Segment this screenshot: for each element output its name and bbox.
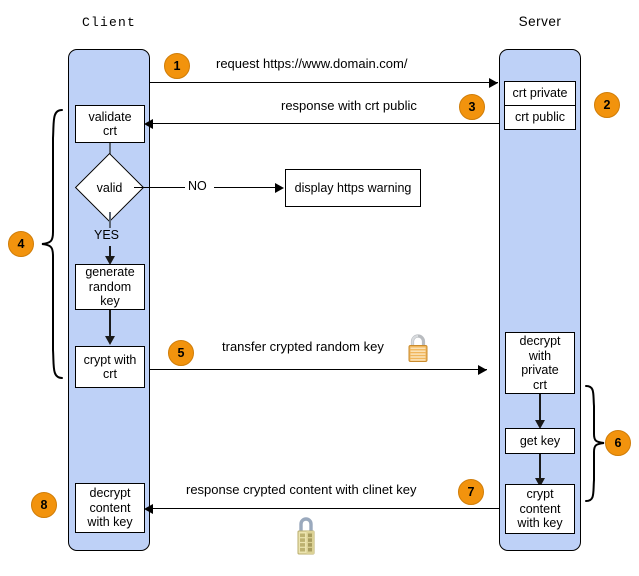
client-box-generate-line2: random xyxy=(88,279,132,294)
server-box-crt-private-label: crt private xyxy=(512,86,568,101)
step-badge-3: 3 xyxy=(459,94,485,120)
client-box-generate-random-key: generate random key xyxy=(75,264,145,310)
arrow-line-no-branch-right xyxy=(214,187,276,189)
client-box-decrypt-content-line2: content xyxy=(89,500,131,515)
edge-label-no: NO xyxy=(188,179,207,193)
brace-step-4 xyxy=(38,108,66,385)
message-label-response-crt: response with crt public xyxy=(281,98,417,113)
box-display-https-warning: display https warning xyxy=(285,169,421,207)
server-box-crt-private: crt private xyxy=(504,81,576,106)
box-display-https-warning-label: display https warning xyxy=(294,180,412,195)
edge-label-yes: YES xyxy=(94,228,120,242)
server-box-get-key: get key xyxy=(505,428,575,454)
client-decision-valid-label: valid xyxy=(96,180,123,195)
client-box-decrypt-content-line3: with key xyxy=(87,515,133,530)
message-label-response-content: response crypted content with clinet key xyxy=(186,482,417,497)
connector-decrypt-to-getkey xyxy=(539,394,541,422)
connector-getkey-to-crypt xyxy=(539,454,541,480)
client-box-generate-line3: key xyxy=(100,294,120,309)
client-box-validate-crt: validate crt xyxy=(75,105,145,143)
server-box-crypt-content: crypt content with key xyxy=(505,484,575,534)
arrow-head-transfer-key xyxy=(478,365,487,375)
arrow-line-response-content xyxy=(153,508,499,510)
server-box-decrypt-private: decrypt with private crt xyxy=(505,332,575,394)
padlock-icon xyxy=(404,333,432,370)
server-box-get-key-label: get key xyxy=(519,433,561,448)
step-badge-7: 7 xyxy=(458,479,484,505)
arrow-head-request xyxy=(489,78,498,88)
client-box-validate-crt-line2: crt xyxy=(103,124,117,138)
arrow-line-response-crt xyxy=(153,123,499,125)
arrow-line-no-branch-left xyxy=(134,187,185,189)
client-box-crypt-line2: crt xyxy=(103,367,117,381)
server-box-decrypt-line4: crt xyxy=(533,377,547,392)
message-label-request: request https://www.domain.com/ xyxy=(216,56,408,71)
message-label-transfer-key: transfer crypted random key xyxy=(222,339,384,354)
arrow-line-request xyxy=(150,82,498,84)
server-box-crypt-content-line1: crypt xyxy=(526,487,554,502)
step-badge-2: 2 xyxy=(594,92,620,118)
connector-valid-to-yes xyxy=(109,212,111,228)
arrow-head-no-branch xyxy=(275,183,284,193)
arrow-head-generate-to-crypt xyxy=(105,336,115,345)
arrow-head-response-content xyxy=(144,504,153,514)
combination-padlock-icon xyxy=(292,512,320,565)
arrow-line-transfer-key xyxy=(150,369,487,371)
step-badge-4: 4 xyxy=(8,231,34,257)
client-box-decrypt-content: decrypt content with key xyxy=(75,483,145,533)
connector-generate-to-crypt xyxy=(109,310,111,338)
server-box-decrypt-line1: decrypt xyxy=(519,334,561,348)
server-box-crt-public-label: crt public xyxy=(514,110,566,125)
server-box-crypt-content-line2: content xyxy=(519,501,561,516)
server-box-decrypt-line2: with xyxy=(528,348,552,363)
server-box-decrypt-line3: private xyxy=(521,363,559,377)
step-badge-1: 1 xyxy=(164,53,190,79)
lane-title-client: Client xyxy=(81,15,136,30)
lane-title-server: Server xyxy=(518,14,562,29)
step-badge-8: 8 xyxy=(31,492,57,518)
step-badge-5: 5 xyxy=(168,340,194,366)
client-box-validate-crt-line1: validate xyxy=(88,109,132,124)
server-box-crt-public: crt public xyxy=(504,105,576,130)
brace-step-4-svg xyxy=(41,109,63,379)
step-badge-6: 6 xyxy=(605,430,631,456)
client-box-crypt-with-crt: crypt with crt xyxy=(75,346,145,388)
client-decision-valid: valid xyxy=(74,152,145,223)
combination-padlock-icon-svg xyxy=(297,517,315,555)
arrow-head-response-crt xyxy=(144,119,153,129)
server-box-crypt-content-line3: with key xyxy=(517,516,563,531)
client-box-crypt-line1: crypt with xyxy=(83,352,137,367)
client-box-generate-line1: generate xyxy=(85,265,135,280)
client-box-decrypt-content-line1: decrypt xyxy=(89,486,131,501)
diagram-canvas: Client Server request https://www.domain… xyxy=(0,0,639,576)
padlock-icon-svg xyxy=(408,334,428,362)
